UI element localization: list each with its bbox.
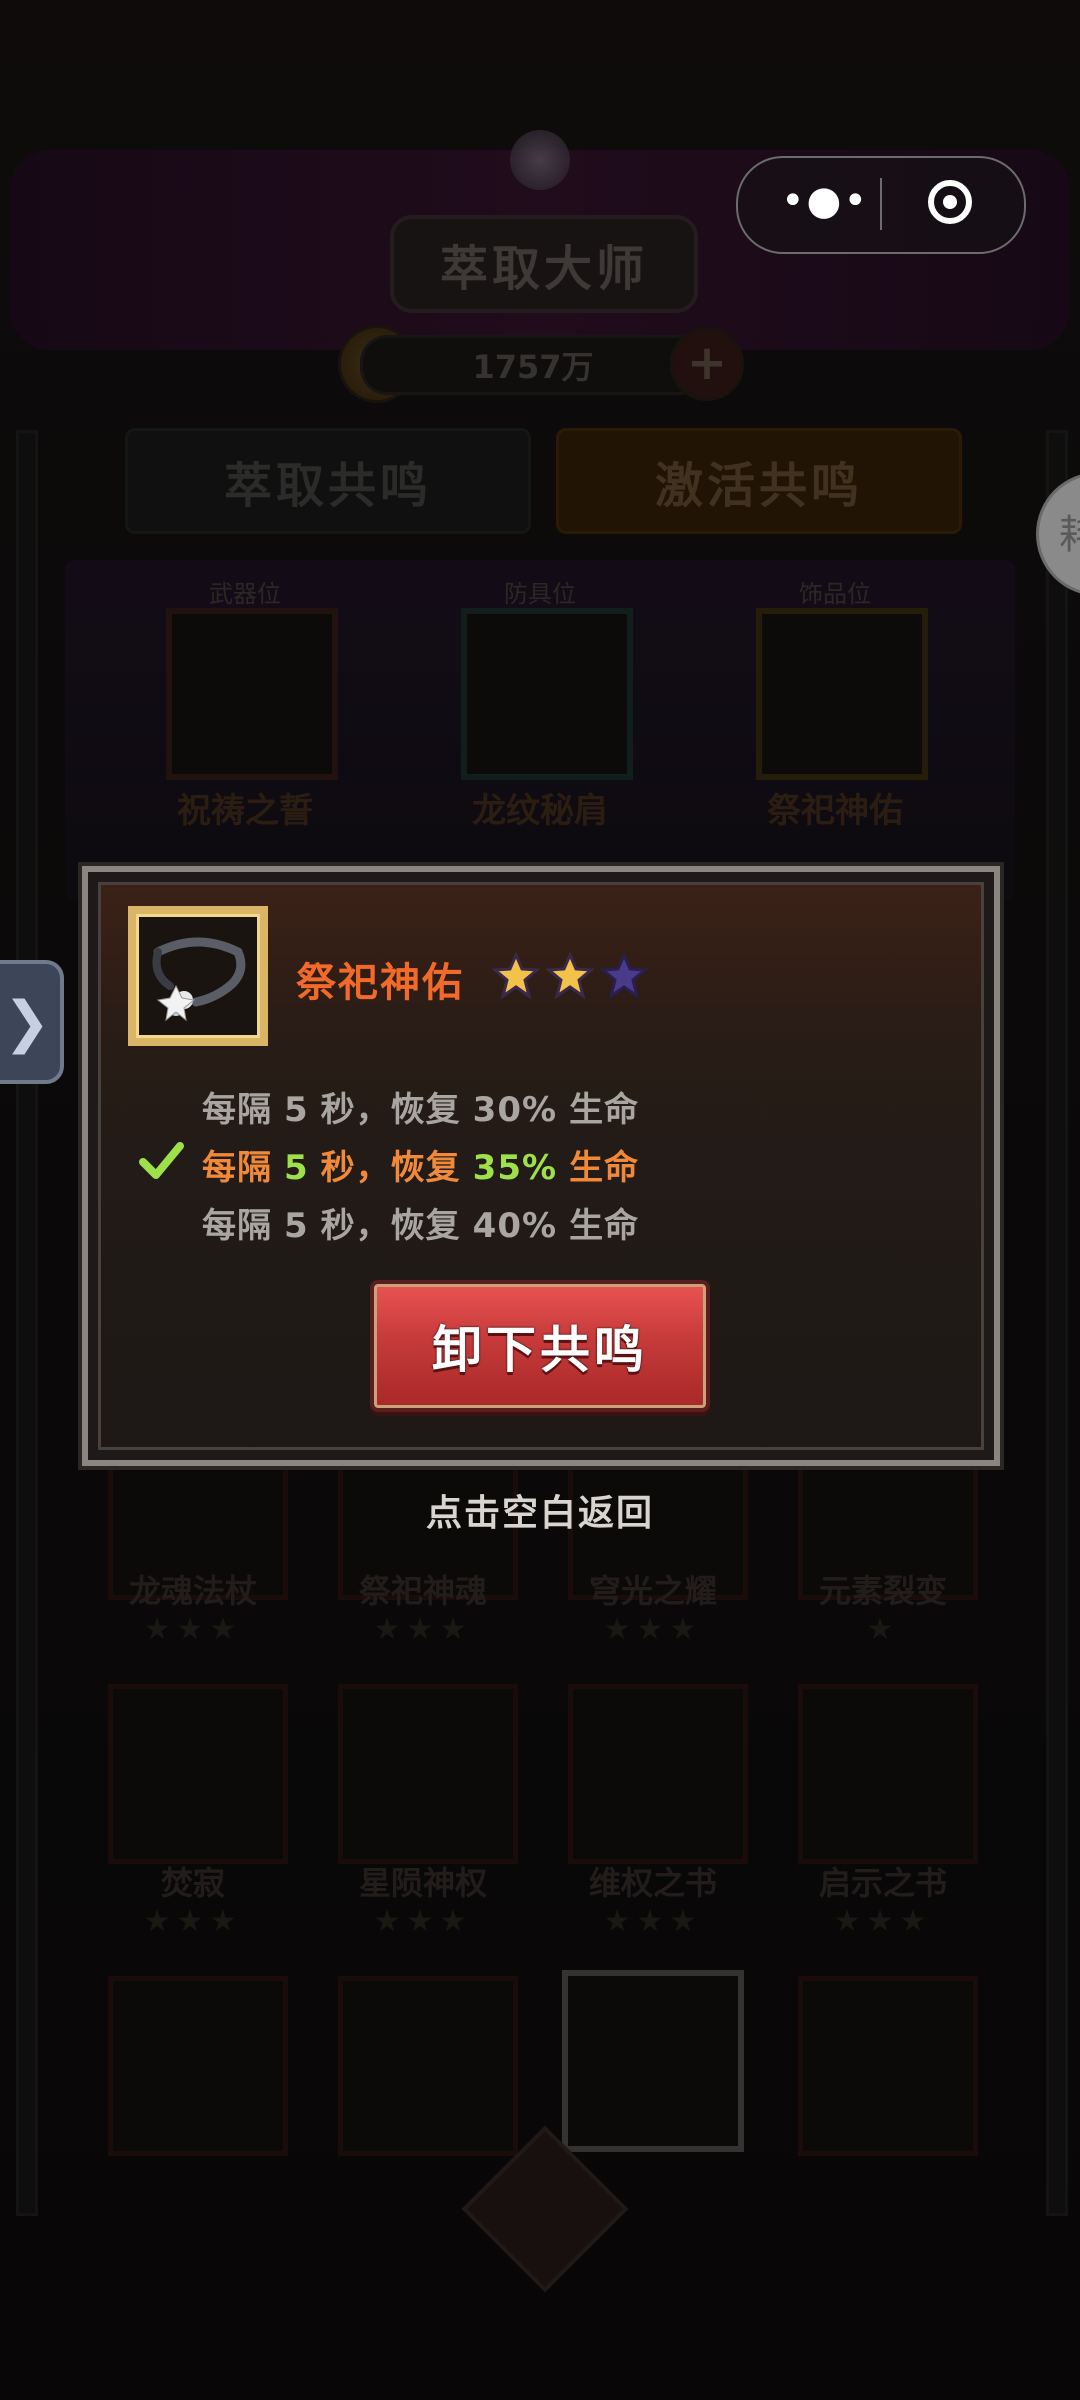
item-icon-frame [128,906,268,1046]
unequip-resonance-button[interactable]: 卸下共鸣 [370,1280,710,1412]
side-expand-button[interactable]: ❯ [0,960,64,1084]
close-miniprogram-icon[interactable] [928,180,972,224]
more-options-icon[interactable]: •●• [780,181,870,221]
item-name: 祭祀神佑 [296,960,464,1006]
capsule-divider [880,178,882,230]
effect-line-1: 每隔 5 秒，恢复 30% 生命 [202,1090,640,1130]
effect-line-2-active: 每隔 5 秒，恢复 35% 生命 [202,1148,640,1188]
star-filled-icon [546,952,594,1000]
star-filled-icon [492,952,540,1000]
star-empty-icon [600,952,648,1000]
tap-blank-to-return-hint: 点击空白返回 [425,1493,654,1534]
checkmark-icon [139,1142,184,1179]
necklace-icon [152,937,246,1022]
effect-line-3: 每隔 5 秒，恢复 40% 生命 [202,1206,640,1246]
unequip-button-label: 卸下共鸣 [432,1321,648,1379]
